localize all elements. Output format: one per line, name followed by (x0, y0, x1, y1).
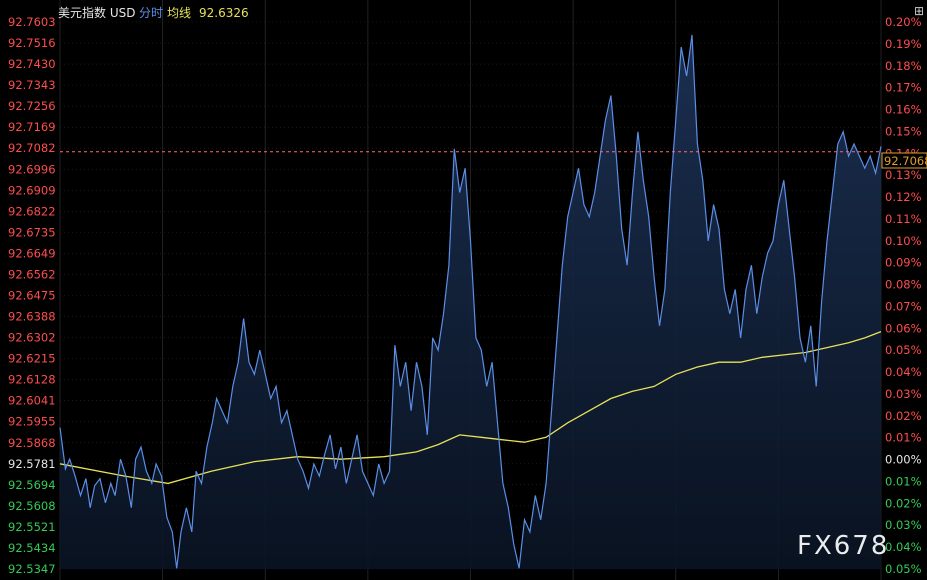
right-tick-label: 0.08% (885, 278, 922, 292)
intraday-chart[interactable]: 92.7603 92.7516 92.7430 92.7343 92.7256 92.71… (0, 0, 927, 580)
right-tick-label: 0.13% (885, 168, 922, 182)
right-tick-label: 0.19% (885, 37, 922, 51)
left-tick-label: 92.6041 (8, 394, 56, 408)
left-tick-label: 92.6302 (8, 331, 56, 345)
left-tick-label: 92.6388 (8, 310, 56, 324)
left-tick-label: 92.7516 (8, 36, 56, 50)
left-tick-label: 92.6215 (8, 352, 56, 366)
left-tick-label: 92.6649 (8, 246, 56, 260)
header-avg-label: 均线 (167, 6, 191, 20)
right-tick-label: 0.00% (885, 453, 922, 467)
right-tick-label: 0.06% (885, 321, 922, 335)
right-tick-label: 0.17% (885, 81, 922, 95)
right-tick-label: 0.03% (885, 387, 922, 401)
left-tick-label: 92.6128 (8, 373, 56, 387)
right-tick-label: 0.18% (885, 59, 922, 73)
header-mode: 分时 (139, 6, 163, 20)
left-tick-label: 92.5955 (8, 415, 56, 429)
right-tick-label: 0.05% (885, 343, 922, 357)
left-tick-label: 92.5781 (8, 457, 56, 471)
left-tick-label: 92.6822 (8, 204, 56, 218)
left-tick-label: 92.5868 (8, 436, 56, 450)
left-price-axis: 92.7603 92.7516 92.7430 92.7343 92.7256 92.71… (8, 15, 56, 576)
right-tick-label: 0.15% (885, 124, 922, 138)
right-tick-label: 0.05% (885, 562, 922, 576)
right-tick-label: 0.04% (885, 540, 922, 554)
right-tick-label: 0.02% (885, 496, 922, 510)
left-tick-label: 92.5434 (8, 541, 56, 555)
header-instrument: 美元指数 USD (58, 5, 135, 20)
left-tick-label: 92.7082 (8, 141, 56, 155)
header-avg-value: 92.6326 (199, 6, 249, 20)
left-tick-label: 92.5521 (8, 520, 56, 534)
left-tick-label: 92.5608 (8, 499, 56, 513)
left-tick-label: 92.5694 (8, 478, 56, 492)
right-tick-label: 0.11% (885, 212, 922, 226)
watermark-logo: FX678 (797, 531, 889, 561)
right-tick-label: 0.07% (885, 299, 922, 313)
left-tick-label: 92.6735 (8, 225, 56, 239)
left-tick-label: 92.5347 (8, 562, 56, 576)
left-tick-label: 92.7430 (8, 57, 56, 71)
right-tick-label: 0.03% (885, 518, 922, 532)
right-tick-label: 0.01% (885, 431, 922, 445)
left-tick-label: 92.7343 (8, 78, 56, 92)
right-tick-label: 0.09% (885, 256, 922, 270)
right-tick-label: 0.16% (885, 103, 922, 117)
left-tick-label: 92.6909 (8, 183, 56, 197)
left-tick-label: 92.7169 (8, 120, 56, 134)
right-tick-label: 0.04% (885, 365, 922, 379)
expand-button[interactable]: ⊞ (914, 4, 924, 18)
left-tick-label: 92.6562 (8, 267, 56, 281)
right-tick-label: 0.02% (885, 409, 922, 423)
right-tick-label: 0.10% (885, 234, 922, 248)
right-tick-label: 0.01% (885, 474, 922, 488)
left-tick-label: 92.6475 (8, 289, 56, 303)
current-price-label: 92.7068 (884, 154, 927, 168)
left-tick-label: 92.7603 (8, 15, 56, 29)
right-tick-label: 0.12% (885, 190, 922, 204)
left-tick-label: 92.6996 (8, 162, 56, 176)
left-tick-label: 92.7256 (8, 99, 56, 113)
